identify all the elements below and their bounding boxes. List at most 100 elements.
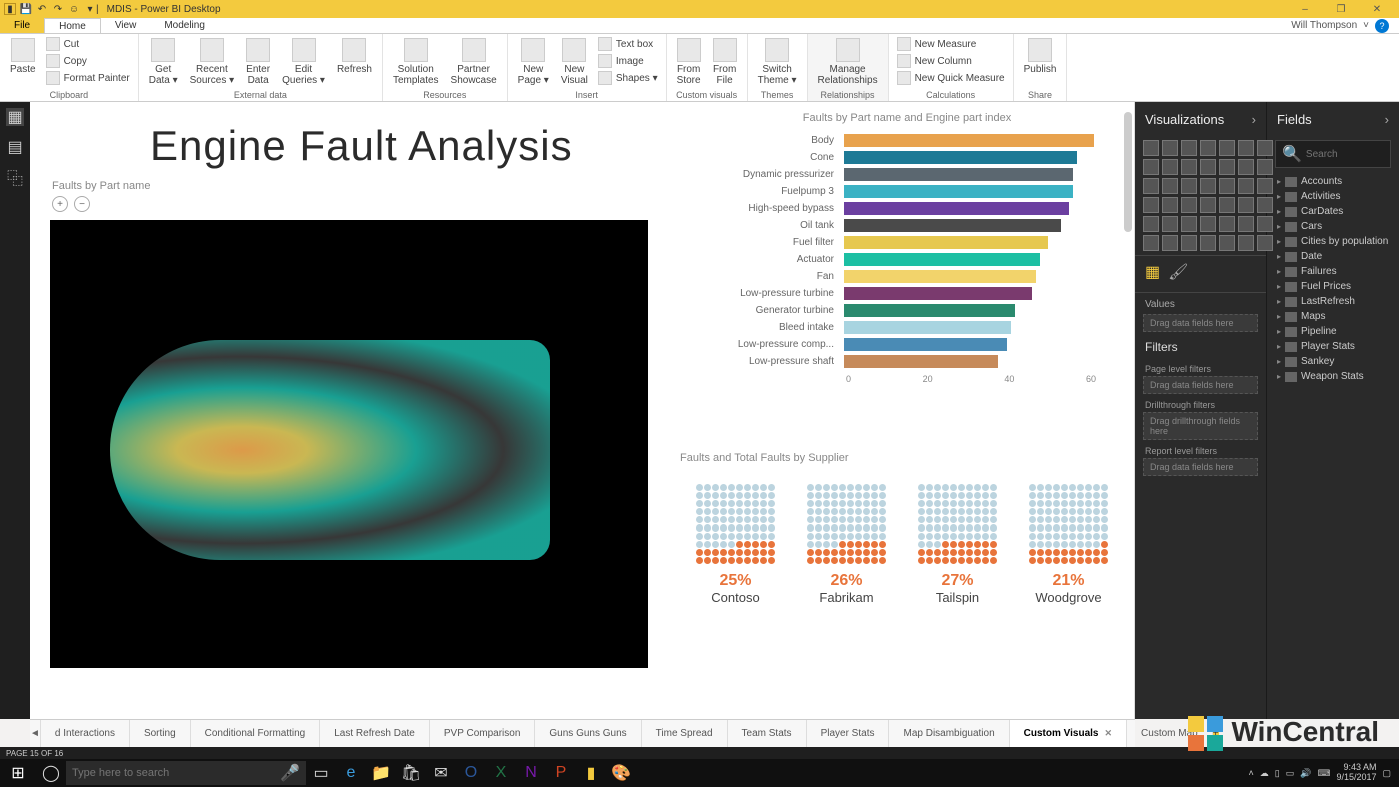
powerbi-icon[interactable]: ▮ — [576, 759, 606, 787]
page-tab[interactable]: Custom Visuals✕ — [1010, 720, 1127, 747]
get-data-button[interactable]: Get Data ▾ — [145, 36, 182, 88]
drill-filters-dropzone[interactable]: Drag drillthrough fields here — [1143, 412, 1258, 440]
cut-button[interactable]: Cut — [44, 36, 132, 52]
supplier-chart[interactable]: Faults and Total Faults by Supplier 25%C… — [680, 452, 1124, 605]
fields-well-icon[interactable]: ▦ — [1145, 262, 1160, 282]
onenote-icon[interactable]: N — [516, 759, 546, 787]
bar-row[interactable]: Body — [690, 132, 1124, 149]
viz-type-icon[interactable] — [1143, 197, 1159, 213]
copy-button[interactable]: Copy — [44, 53, 132, 69]
bar-row[interactable]: Oil tank — [690, 217, 1124, 234]
viz-type-icon[interactable] — [1238, 235, 1254, 251]
clock[interactable]: 9:43 AM 9/15/2017 — [1336, 763, 1376, 783]
supplier-woodgrove[interactable]: 21%Woodgrove — [1029, 484, 1109, 605]
close-tab-icon[interactable]: ✕ — [1105, 728, 1113, 739]
viz-type-icon[interactable] — [1200, 235, 1216, 251]
data-view-icon[interactable]: ▤ — [6, 138, 24, 156]
bar-row[interactable]: Generator turbine — [690, 302, 1124, 319]
bar-row[interactable]: Low-pressure comp... — [690, 336, 1124, 353]
bar-row[interactable]: High-speed bypass — [690, 200, 1124, 217]
page-tabs-prev[interactable]: ◄ — [30, 720, 41, 747]
field-table[interactable]: ▸Player Stats — [1271, 339, 1395, 354]
viz-type-icon[interactable] — [1238, 197, 1254, 213]
close-button[interactable]: ✕ — [1359, 0, 1395, 18]
powerpoint-icon[interactable]: P — [546, 759, 576, 787]
viz-type-icon[interactable] — [1219, 216, 1235, 232]
report-view-icon[interactable]: ▦ — [6, 108, 24, 126]
viz-type-icon[interactable] — [1162, 178, 1178, 194]
bar-row[interactable]: Fuelpump 3 — [690, 183, 1124, 200]
field-table[interactable]: ▸Fuel Prices — [1271, 279, 1395, 294]
viz-type-icon[interactable] — [1200, 178, 1216, 194]
paint-icon[interactable]: 🎨 — [606, 759, 636, 787]
outlook-icon[interactable]: O — [456, 759, 486, 787]
format-painter-button[interactable]: Format Painter — [44, 70, 132, 86]
viz-type-icon[interactable] — [1181, 216, 1197, 232]
partner-showcase-button[interactable]: Partner Showcase — [447, 36, 501, 88]
zoom-in-icon[interactable]: + — [52, 196, 68, 212]
field-table[interactable]: ▸Sankey — [1271, 354, 1395, 369]
new-measure-button[interactable]: New Measure — [895, 36, 1007, 52]
field-table[interactable]: ▸Failures — [1271, 264, 1395, 279]
field-table[interactable]: ▸Weapon Stats — [1271, 369, 1395, 384]
explorer-icon[interactable]: 📁 — [366, 759, 396, 787]
field-table[interactable]: ▸Accounts — [1271, 174, 1395, 189]
taskbar-search[interactable]: 🎤 — [66, 761, 306, 785]
supplier-tailspin[interactable]: 27%Tailspin — [918, 484, 998, 605]
tab-home[interactable]: Home — [44, 18, 101, 33]
bar-row[interactable]: Low-pressure turbine — [690, 285, 1124, 302]
viz-type-icon[interactable] — [1162, 140, 1178, 156]
collapse-fields-icon[interactable]: › — [1385, 112, 1389, 127]
viz-type-icon[interactable] — [1181, 178, 1197, 194]
report-canvas[interactable]: Engine Fault Analysis Faults by Part nam… — [30, 102, 1135, 719]
field-table[interactable]: ▸Activities — [1271, 189, 1395, 204]
supplier-contoso[interactable]: 25%Contoso — [696, 484, 776, 605]
notifications-icon[interactable]: ▢ — [1382, 768, 1391, 779]
viz-type-icon[interactable] — [1181, 140, 1197, 156]
mic-icon[interactable]: 🎤 — [280, 763, 300, 783]
recent-sources-button[interactable]: Recent Sources ▾ — [186, 36, 238, 88]
model-view-icon[interactable]: ⿻ — [6, 168, 24, 186]
viz-type-icon[interactable] — [1181, 159, 1197, 175]
fields-search[interactable]: 🔍 — [1275, 140, 1391, 168]
viz-type-icon[interactable] — [1238, 216, 1254, 232]
refresh-button[interactable]: Refresh — [333, 36, 376, 77]
taskbar-search-input[interactable] — [72, 767, 280, 779]
field-table[interactable]: ▸Maps — [1271, 309, 1395, 324]
viz-type-icon[interactable] — [1143, 140, 1159, 156]
viz-type-icon[interactable] — [1143, 235, 1159, 251]
paste-button[interactable]: Paste — [6, 36, 40, 77]
viz-type-icon[interactable] — [1143, 216, 1159, 232]
new-quick-measure-button[interactable]: New Quick Measure — [895, 70, 1007, 86]
viz-type-icon[interactable] — [1238, 159, 1254, 175]
field-table[interactable]: ▸Pipeline — [1271, 324, 1395, 339]
supplier-fabrikam[interactable]: 26%Fabrikam — [807, 484, 887, 605]
viz-type-icon[interactable] — [1162, 159, 1178, 175]
solution-templates-button[interactable]: Solution Templates — [389, 36, 443, 88]
system-tray[interactable]: ˄ ☁ ▯ ▭ 🔊 ⌨ 9:43 AM 9/15/2017 ▢ — [1240, 763, 1399, 783]
viz-type-icon[interactable] — [1219, 235, 1235, 251]
viz-type-icon[interactable] — [1181, 197, 1197, 213]
network-icon[interactable]: ▯ — [1275, 768, 1280, 779]
page-tab[interactable]: Team Stats — [728, 720, 807, 747]
edit-queries-button[interactable]: Edit Queries ▾ — [278, 36, 329, 88]
page-tab[interactable]: Conditional Formatting — [191, 720, 321, 747]
maximize-button[interactable]: ❐ — [1323, 0, 1359, 18]
tab-view[interactable]: View — [101, 18, 151, 33]
viz-type-icon[interactable] — [1162, 235, 1178, 251]
viz-type-icon[interactable] — [1219, 178, 1235, 194]
page-tab[interactable]: PVP Comparison — [430, 720, 536, 747]
bar-row[interactable]: Cone — [690, 149, 1124, 166]
new-visual-button[interactable]: New Visual — [557, 36, 592, 88]
format-well-icon[interactable]: 🖌 — [1168, 262, 1188, 282]
switch-theme-button[interactable]: Switch Theme ▾ — [754, 36, 801, 88]
page-tab[interactable]: Map Disambiguation — [889, 720, 1009, 747]
viz-type-icon[interactable] — [1200, 140, 1216, 156]
image-button[interactable]: Image — [596, 53, 660, 69]
viz-type-icon[interactable] — [1200, 159, 1216, 175]
field-table[interactable]: ▸Date — [1271, 249, 1395, 264]
page-tab[interactable]: Last Refresh Date — [320, 720, 430, 747]
viz-type-icon[interactable] — [1238, 140, 1254, 156]
fields-search-input[interactable] — [1306, 149, 1399, 160]
bar-row[interactable]: Dynamic pressurizer — [690, 166, 1124, 183]
